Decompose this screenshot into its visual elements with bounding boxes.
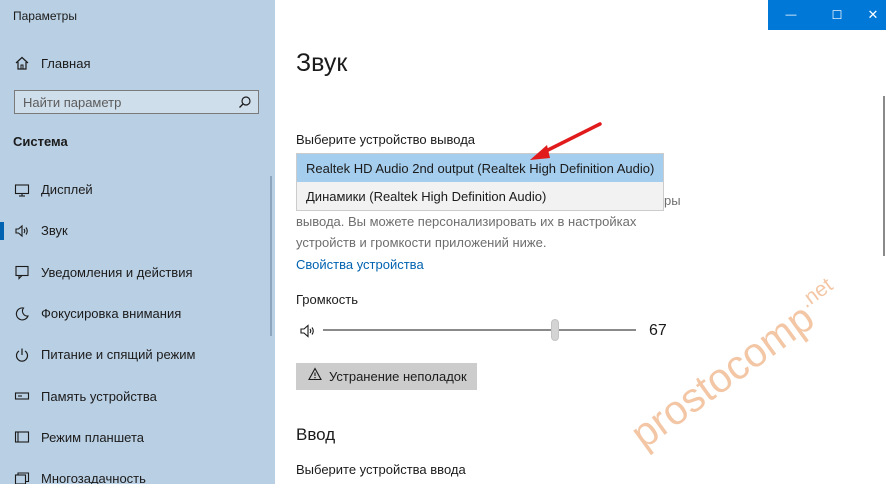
page-title: Звук: [296, 49, 348, 77]
home-icon: [14, 55, 30, 71]
search-box[interactable]: [14, 90, 259, 114]
speaker-icon: [14, 223, 30, 239]
sidebar-item-label: Память устройства: [41, 388, 157, 404]
sidebar-item-label: Фокусировка внимания: [41, 306, 182, 322]
sidebar-item-tablet-mode[interactable]: Режим планшета: [0, 417, 275, 458]
tablet-icon: [14, 429, 30, 445]
content-pane: — ☐ ✕ Звук Выберите устройство вывода ры…: [275, 0, 886, 484]
sidebar-item-display[interactable]: Дисплей: [0, 169, 275, 210]
monitor-icon: [14, 182, 30, 198]
content-scrollbar[interactable]: [883, 96, 885, 256]
sidebar: Параметры Главная Система Дисплей: [0, 0, 275, 484]
close-icon: ✕: [867, 7, 879, 22]
description-line-2: вывода. Вы можете персонализировать их в…: [296, 214, 637, 229]
volume-speaker-icon[interactable]: [299, 322, 317, 345]
maximize-icon: ☐: [831, 8, 843, 22]
volume-slider-fill: [323, 329, 555, 331]
sidebar-section-title: Система: [13, 134, 68, 149]
description-line-3: устройств и громкости приложений ниже.: [296, 235, 547, 250]
sidebar-item-label: Звук: [41, 223, 68, 239]
sidebar-item-focus-assist[interactable]: Фокусировка внимания: [0, 293, 275, 334]
output-device-label: Выберите устройство вывода: [296, 132, 476, 147]
maximize-button[interactable]: ☐: [814, 0, 860, 30]
volume-value: 67: [649, 322, 667, 339]
minimize-button[interactable]: —: [768, 0, 814, 30]
moon-icon: [14, 306, 30, 322]
sidebar-item-label: Многозадачность: [41, 471, 146, 484]
annotation-arrow-icon: [530, 122, 602, 160]
notification-icon: [14, 264, 30, 281]
volume-slider[interactable]: [323, 319, 636, 341]
sidebar-item-label: Дисплей: [41, 182, 93, 198]
volume-label: Громкость: [296, 292, 358, 307]
troubleshoot-button-label: Устранение неполадок: [329, 369, 467, 384]
power-icon: [14, 347, 30, 363]
sidebar-nav-list: Дисплей Звук Уведомления и действия Фоку…: [0, 169, 275, 484]
multitask-icon: [14, 471, 30, 484]
minimize-icon: —: [785, 9, 797, 21]
search-icon[interactable]: [238, 95, 252, 114]
sidebar-item-multitasking[interactable]: Многозадачность: [0, 458, 275, 484]
app-title: Параметры: [13, 9, 77, 23]
sidebar-item-label: Режим планшета: [41, 429, 144, 445]
storage-icon: [14, 388, 30, 404]
settings-window: Параметры Главная Система Дисплей: [0, 0, 886, 484]
search-input[interactable]: [23, 93, 233, 111]
input-device-label: Выберите устройства ввода: [296, 462, 466, 477]
close-button[interactable]: ✕: [860, 0, 886, 30]
device-properties-link[interactable]: Свойства устройства: [296, 257, 424, 272]
troubleshoot-button[interactable]: Устранение неполадок: [296, 363, 477, 390]
sidebar-item-notifications[interactable]: Уведомления и действия: [0, 252, 275, 293]
dropdown-option[interactable]: Динамики (Realtek High Definition Audio): [297, 182, 663, 210]
sidebar-item-label: Питание и спящий режим: [41, 347, 196, 363]
description-partial-text: ры: [664, 193, 681, 208]
volume-slider-thumb[interactable]: [550, 319, 559, 341]
sidebar-item-storage[interactable]: Память устройства: [0, 375, 275, 416]
sidebar-scrollbar[interactable]: [270, 176, 272, 336]
sidebar-item-home[interactable]: Главная: [0, 50, 275, 76]
warning-icon: [308, 367, 322, 386]
input-section-title: Ввод: [296, 425, 336, 444]
sidebar-item-label: Главная: [41, 55, 91, 71]
sidebar-item-power[interactable]: Питание и спящий режим: [0, 334, 275, 375]
sidebar-item-sound[interactable]: Звук: [0, 210, 275, 251]
sidebar-item-label: Уведомления и действия: [41, 264, 193, 280]
